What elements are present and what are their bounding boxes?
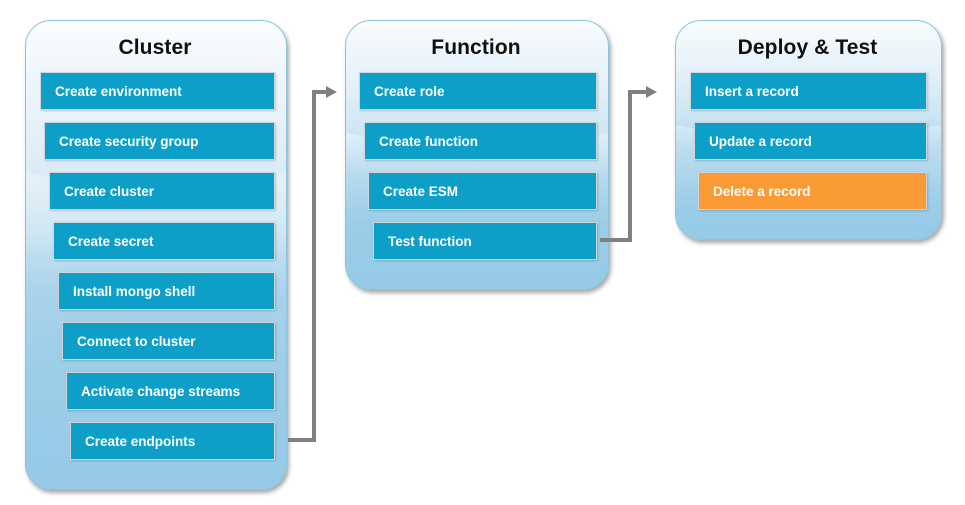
diagram-canvas: Cluster Create environment Create securi… (0, 0, 965, 505)
connector-arrowhead (646, 86, 657, 98)
task-box[interactable]: Test function (373, 222, 597, 260)
task-box[interactable]: Create secret (53, 222, 275, 260)
connector-segment-horizontal-top (628, 90, 648, 94)
connector-segment-vertical (628, 90, 632, 242)
task-box[interactable]: Create endpoints (70, 422, 275, 460)
task-box[interactable]: Create cluster (49, 172, 275, 210)
connector-arrowhead (326, 86, 337, 98)
task-box[interactable]: Create environment (40, 72, 275, 110)
task-box[interactable]: Create security group (44, 122, 275, 160)
group-title-function: Function (431, 36, 521, 59)
connector-segment-vertical (312, 90, 316, 442)
task-box[interactable]: Create role (359, 72, 597, 110)
group-title-deploy-test: Deploy & Test (737, 36, 878, 59)
task-box[interactable]: Create ESM (368, 172, 597, 210)
task-box[interactable]: Update a record (694, 122, 927, 160)
task-box[interactable]: Install mongo shell (58, 272, 275, 310)
task-box[interactable]: Insert a record (690, 72, 927, 110)
task-box[interactable]: Activate change streams (66, 372, 275, 410)
task-box[interactable]: Connect to cluster (62, 322, 275, 360)
group-title-cluster: Cluster (118, 36, 192, 59)
task-box[interactable]: Create function (364, 122, 597, 160)
task-box[interactable]: Delete a record (698, 172, 927, 210)
